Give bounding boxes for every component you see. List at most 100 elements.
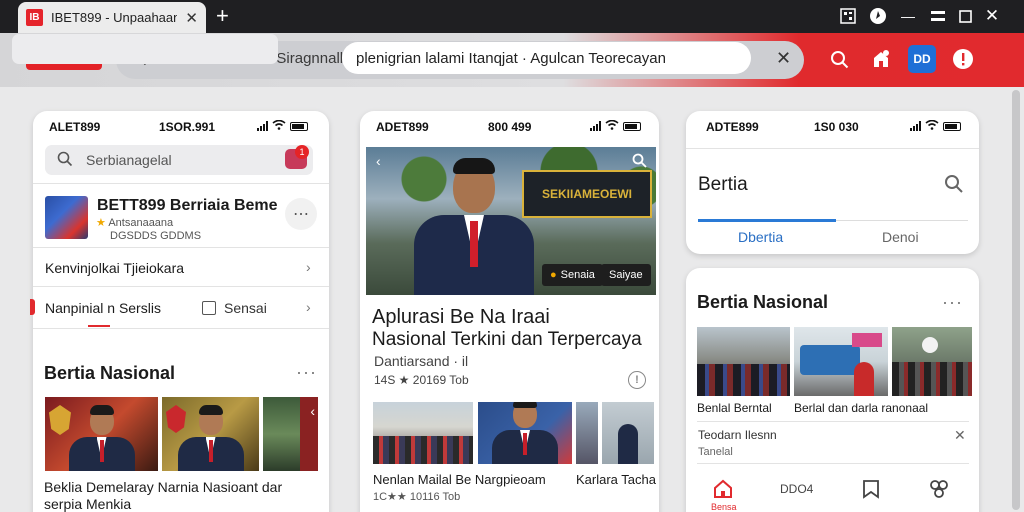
crowd [892, 362, 972, 396]
feed-caption-1[interactable]: Benlal Berntal [697, 401, 772, 415]
feed-photo-3[interactable] [892, 327, 972, 396]
article-rating: 14S ★ 20169 Tob [374, 373, 469, 387]
search-icon[interactable] [632, 153, 647, 171]
chevron-left-icon[interactable]: ‹ [310, 403, 315, 419]
browser-tab[interactable]: IB IBET899 - Unpaahaan ✕ [18, 2, 206, 33]
hero-chip-1-label: Senaia [560, 269, 595, 281]
minimize-icon[interactable]: — [896, 4, 920, 28]
search-icon[interactable] [944, 174, 964, 199]
status-bar: ADET899 800 499 [360, 111, 659, 141]
hero-chip-2[interactable]: Saiyae [601, 264, 651, 286]
hero-chip-1[interactable]: ● Senaia [542, 264, 603, 286]
person-figure [618, 424, 638, 464]
news-photo-1[interactable] [45, 397, 158, 471]
bookmark-icon[interactable] [860, 478, 882, 505]
related-caption-2[interactable]: Karlara Tacha [576, 472, 656, 487]
cart-badge: 1 [295, 145, 309, 159]
divider [697, 421, 969, 422]
section-title: Bertia Nasional [44, 363, 176, 383]
feed-photo-1[interactable] [697, 327, 790, 396]
related-photo-1[interactable] [373, 402, 473, 464]
shop-icon[interactable] [868, 46, 894, 72]
menu-icon[interactable] [926, 4, 950, 28]
active-indicator [30, 299, 35, 315]
related-photo-3[interactable] [576, 402, 598, 464]
related-caption-1[interactable]: Nenlan Mailal Be Nargpieoam [373, 472, 546, 487]
tab-active[interactable]: Dbertia [738, 229, 783, 245]
balloon [922, 337, 938, 353]
divider [33, 286, 329, 287]
news-caption-line-1[interactable]: Beklia Demelaray Narnia Nasioant dar [44, 479, 282, 495]
status-time: 1SOR.991 [159, 120, 216, 134]
close-window-icon[interactable]: ✕ [980, 4, 1004, 28]
photo-stripe [300, 397, 318, 471]
info-icon[interactable]: ! [628, 371, 646, 389]
app-meta-2: DGSDDS GDDMS [110, 230, 202, 242]
more-options-button[interactable]: ⋯ [285, 198, 317, 230]
crowd [697, 364, 790, 396]
feed-caption-2[interactable]: Berlal dan darla ranonaal [794, 401, 928, 415]
signal-icon [590, 121, 601, 131]
address-url-text: plenigrian lalami Itanqjat · Agulcan Teo… [356, 50, 666, 67]
banner [852, 333, 882, 347]
divider [33, 328, 329, 329]
article-subtitle: Dantiarsand · il [374, 353, 469, 369]
menu-item-2[interactable]: Nanpinial n Serslis [45, 300, 161, 316]
article-title-line-2: Nasional Terkini dan Terpercaya [372, 329, 642, 350]
maximize-icon[interactable] [953, 4, 977, 28]
related-photo-4[interactable] [602, 402, 654, 464]
search-icon[interactable] [826, 46, 852, 72]
page-scrollbar[interactable] [1012, 90, 1020, 510]
battery-icon [623, 121, 641, 131]
chevron-right-icon: › [306, 259, 311, 275]
close-tab-icon[interactable]: ✕ [185, 9, 198, 27]
profile-icon[interactable] [866, 4, 890, 28]
wifi-icon [925, 119, 939, 133]
related-photo-2[interactable] [478, 402, 572, 464]
dismiss-icon[interactable]: ✕ [954, 427, 966, 444]
coin-icon: ● [550, 269, 557, 281]
status-carrier: ALET899 [49, 120, 101, 134]
menu-item-1[interactable]: Kenvinjolkai Tjieiokara [45, 260, 184, 276]
search-input[interactable] [12, 34, 278, 64]
battery-icon [290, 121, 308, 131]
news-photo-2[interactable] [162, 397, 259, 471]
alert-icon[interactable] [950, 46, 976, 72]
related-rating: 1C★★ 10116 Tob [373, 491, 461, 503]
app-thumbnail[interactable] [45, 196, 88, 239]
crowd [373, 436, 473, 464]
status-bar: ALET899 1SOR.991 [33, 111, 329, 141]
signal-icon [257, 121, 268, 131]
divider [697, 463, 969, 464]
more-horizontal-icon[interactable]: ··· [296, 362, 317, 383]
person-figure [414, 158, 534, 295]
app-meta-1-text: Antsanaaana [108, 217, 174, 229]
nav-home-label: Bensa [711, 502, 737, 512]
tab-underline [88, 325, 110, 327]
qr-icon[interactable] [836, 4, 860, 28]
article-title-line-1: Aplurasi Be Na Iraai [372, 306, 550, 328]
favicon-icon: IB [26, 9, 43, 26]
document-icon [202, 301, 216, 315]
news-photo-3[interactable]: ‹ [263, 397, 318, 471]
status-time: 800 499 [488, 120, 532, 134]
clear-address-icon[interactable]: ✕ [776, 48, 791, 69]
more-horizontal-icon[interactable]: ··· [942, 292, 963, 313]
tab-inactive[interactable]: Denoi [882, 229, 919, 245]
news-caption-line-2[interactable]: serpia Menkia [44, 496, 131, 512]
new-tab-button[interactable]: + [216, 3, 229, 29]
status-bar: ADTE899 1S0 030 [686, 111, 979, 141]
alert-title: Teodarn Ilesnn [698, 428, 777, 442]
menu-item-2-secondary[interactable]: Sensai [224, 300, 267, 316]
signal-icon [910, 121, 921, 131]
extension-icon[interactable]: DD [908, 45, 936, 73]
nav-center-label[interactable]: DDO4 [780, 482, 813, 496]
wifi-icon [605, 119, 619, 133]
divider [33, 247, 329, 248]
back-arrow-icon[interactable]: ‹ [376, 153, 381, 169]
divider [686, 148, 979, 149]
feed-photo-2[interactable] [794, 327, 888, 396]
home-icon[interactable] [712, 478, 734, 505]
tab-divider [836, 220, 968, 221]
profile-icon[interactable] [928, 478, 950, 505]
